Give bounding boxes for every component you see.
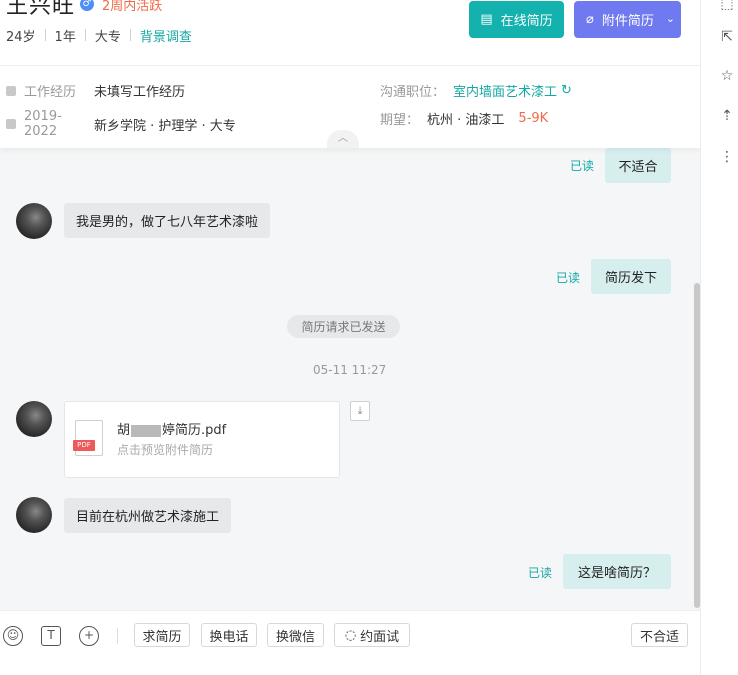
divider [129,29,131,41]
expect-salary: 5-9K [518,111,549,126]
request-resume-button[interactable]: 求简历 [134,623,190,647]
switch-icon[interactable]: ↻ [561,83,572,98]
message-timestamp: 05-11 11:27 [313,363,387,377]
message-bubble-sent: 简历发下 [591,259,671,294]
divider [44,29,46,41]
file-name: 胡 婷简历.pdf [117,419,226,438]
message-bubble-received: 目前在杭州做艺术漆施工 [64,498,232,533]
message-bubble-received: 我是男的，做了七八年艺术漆啦 [64,203,271,238]
star-icon[interactable]: ☆ [719,68,735,84]
collapse-button[interactable]: ︿ [327,130,359,148]
message-bubble-sent: 不适合 [605,148,671,183]
plus-icon[interactable]: + [79,626,99,646]
pdf-file-icon: PDF [73,420,103,456]
candidate-name[interactable]: 王兴旺 [6,0,75,20]
avatar[interactable] [16,401,52,437]
file-name-prefix: 胡 [117,423,131,438]
education-tag: 大专 [94,29,121,45]
expectation-row: 期望： 杭州 · 油漆工 5-9K [380,109,548,128]
position-label: 沟通职位： [380,85,446,100]
candidate-header: 王兴旺 ♂ 2周内活跃 24岁 1年 大专 背景调查 ▤ 在线简历 ⌀ 附件简历… [0,0,700,148]
work-experience-row: 工作经历 未填写工作经历 [6,81,185,100]
graduation-cap-icon [6,119,16,129]
read-status: 已读 [570,159,595,173]
background-check-link[interactable]: 背景调查 [140,26,192,45]
pdf-type-label: PDF [73,440,95,451]
exchange-wechat-button[interactable]: 换微信 [267,623,324,647]
chat-bubble-icon: ◌ [344,627,357,643]
age-tag: 24岁 [6,29,36,45]
expect-label: 期望： [380,113,420,128]
text-template-icon[interactable]: T [41,626,61,646]
divider [117,628,118,644]
chevron-down-icon[interactable]: ⌄ [666,12,675,25]
resume-file-card[interactable]: PDF 胡 婷简历.pdf 点击预览附件简历 [64,401,340,478]
right-toolbar: ⬚ ⇱ ☆ ⇡ ⋮ [700,0,738,675]
position-row: 沟通职位： 室内墙面艺术漆工 ↻ [380,81,572,100]
experience-tag: 1年 [54,29,76,45]
interview-label: 约面试 [360,629,400,645]
read-status: 已读 [556,271,581,285]
divider [0,65,700,66]
exchange-phone-button[interactable]: 换电话 [201,623,257,647]
online-resume-button[interactable]: ▤ 在线简历 [469,1,564,38]
message-composer: ☺ T + 求简历 换电话 换微信 ◌ 约面试 不合适 [0,610,700,675]
message-bubble-sent: 这是啥简历？ [563,554,671,589]
not-suitable-button[interactable]: 不合适 [631,623,688,647]
online-resume-label: 在线简历 [500,14,553,29]
chat-panel: 王兴旺 ♂ 2周内活跃 24岁 1年 大专 背景调查 ▤ 在线简历 ⌀ 附件简历… [0,0,700,675]
position-link[interactable]: 室内墙面艺术漆工 [453,81,557,100]
share-icon[interactable]: ⬚ [719,0,735,12]
attachment-resume-button[interactable]: ⌀ 附件简历 ⌄ [574,1,681,38]
interview-button[interactable]: ◌ 约面试 [334,623,410,647]
emoji-icon[interactable]: ☺ [3,626,23,646]
attachment-resume-label: 附件简历 [601,14,654,29]
paperclip-icon: ⌀ [586,12,594,27]
more-icon[interactable]: ⋮ [719,149,735,165]
avatar[interactable] [16,203,52,239]
education-years: 2019-2022 [24,109,62,139]
document-icon: ▤ [480,12,493,27]
work-value: 未填写工作经历 [94,85,186,100]
expect-value: 杭州 · 油漆工 [427,113,505,128]
redacted-text [131,424,162,437]
avatar[interactable] [16,497,52,533]
external-link-icon[interactable]: ⇱ [719,29,735,45]
active-status: 2周内活跃 [102,0,163,14]
male-icon: ♂ [80,0,94,11]
file-name-suffix: 婷简历.pdf [162,423,227,438]
system-notice: 简历请求已发送 [287,315,400,338]
divider [84,29,86,41]
briefcase-icon [6,85,16,96]
file-preview-hint: 点击预览附件简历 [117,443,214,457]
pin-top-icon[interactable]: ⇡ [719,108,735,124]
education-value: 新乡学院 · 护理学 · 大专 [94,118,236,134]
candidate-tags: 24岁 1年 大专 背景调查 [6,26,192,45]
education-row: 2019-2022 新乡学院 · 护理学 · 大专 [6,109,236,139]
work-label: 工作经历 [24,85,77,100]
download-icon[interactable]: ⤓ [350,401,370,421]
read-status: 已读 [528,566,553,580]
